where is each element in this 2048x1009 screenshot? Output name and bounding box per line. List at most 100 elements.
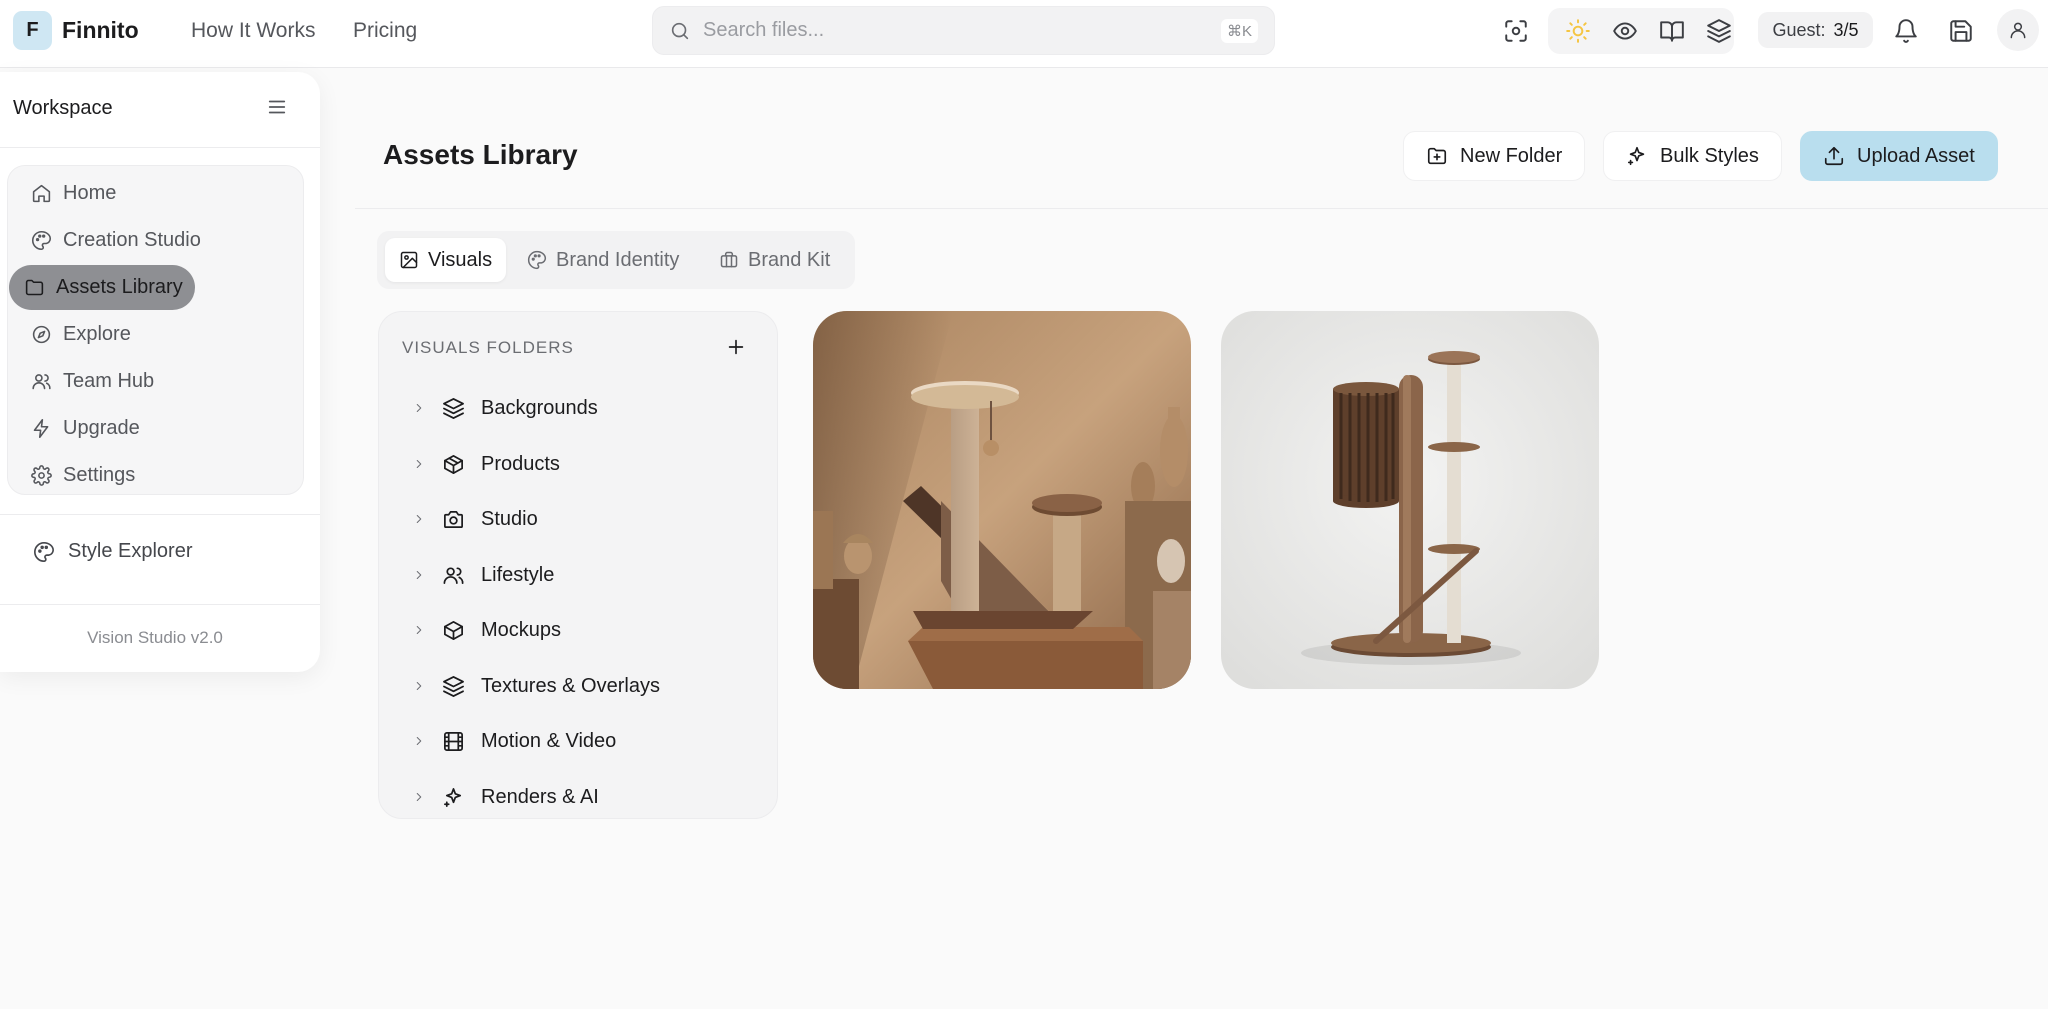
chevron-right-icon[interactable] (412, 623, 426, 637)
folder-item-motion-video[interactable]: Motion & Video (412, 726, 616, 756)
asset-thumbnail-cat-tree-white-studio[interactable] (1221, 311, 1599, 689)
top-bar: F Finnito How It Works Pricing ⌘K Guest:… (0, 0, 2048, 68)
chevron-right-icon[interactable] (412, 734, 426, 748)
upload-asset-button[interactable]: Upload Asset (1800, 131, 1998, 181)
sidebar-item-explore[interactable]: Explore (16, 312, 143, 357)
search-input[interactable] (703, 19, 1221, 42)
bulk-styles-button[interactable]: Bulk Styles (1603, 131, 1782, 181)
folder-item-mockups[interactable]: Mockups (412, 615, 561, 645)
tab-label: Brand Identity (556, 248, 680, 271)
sun-icon[interactable] (1565, 18, 1591, 44)
chevron-right-icon[interactable] (412, 401, 426, 415)
user-icon (2007, 20, 2029, 40)
app-logo[interactable]: F (13, 11, 52, 50)
avatar[interactable] (1997, 9, 2039, 51)
zap-icon (31, 418, 52, 439)
tab-visuals[interactable]: Visuals (385, 238, 507, 282)
nav-pricing[interactable]: Pricing (353, 19, 417, 43)
sidebar-item-label: Settings (63, 464, 136, 486)
tab-label: Visuals (428, 248, 493, 271)
new-folder-button[interactable]: New Folder (1403, 131, 1586, 181)
folder-item-backgrounds[interactable]: Backgrounds (412, 393, 598, 423)
sidebar-item-team-hub[interactable]: Team Hub (16, 359, 166, 404)
folder-item-products[interactable]: Products (412, 449, 560, 479)
chevron-right-icon[interactable] (412, 568, 426, 582)
home-icon (31, 183, 52, 204)
upload-asset-label: Upload Asset (1857, 144, 1975, 167)
image-icon (399, 250, 419, 270)
camera-icon (442, 508, 465, 531)
tab-brand-identity[interactable]: Brand Identity (513, 238, 693, 282)
style-explorer-link[interactable]: Style Explorer (33, 540, 193, 563)
folder-item-lifestyle[interactable]: Lifestyle (412, 560, 554, 590)
guest-count: 3/5 (1833, 19, 1859, 40)
folder-label: Mockups (481, 618, 562, 641)
guest-usage-badge[interactable]: Guest: 3/5 (1758, 12, 1873, 48)
settings-icon (31, 465, 52, 486)
search-bar[interactable]: ⌘K (652, 6, 1275, 55)
chevron-right-icon[interactable] (412, 790, 426, 804)
eye-icon[interactable] (1612, 18, 1638, 44)
layers-icon (442, 675, 465, 698)
chevron-right-icon[interactable] (412, 512, 426, 526)
new-folder-label: New Folder (1460, 144, 1563, 167)
sidebar-title: Workspace (13, 97, 113, 119)
folder-label: Products (481, 452, 560, 475)
sidebar-item-label: Team Hub (63, 370, 155, 392)
chevron-right-icon[interactable] (412, 457, 426, 471)
folder-label: Backgrounds (481, 396, 598, 419)
bell-icon[interactable] (1893, 18, 1919, 44)
folder-label: Studio (481, 507, 538, 530)
folders-title: VISUALS FOLDERS (402, 338, 574, 357)
menu-icon[interactable] (266, 96, 288, 118)
book-open-icon[interactable] (1659, 18, 1685, 44)
sidebar-item-upgrade[interactable]: Upgrade (16, 406, 152, 451)
chevron-right-icon[interactable] (412, 679, 426, 693)
layers-icon[interactable] (1706, 18, 1732, 44)
focus-scan-icon[interactable] (1503, 18, 1529, 44)
sidebar-item-home[interactable]: Home (16, 171, 128, 216)
package-icon (442, 453, 465, 476)
folder-item-studio[interactable]: Studio (412, 504, 538, 534)
palette-icon (527, 250, 547, 270)
asset-tabs: Visuals Brand Identity Brand Kit (377, 231, 855, 289)
palette-icon (31, 230, 52, 251)
folder-label: Lifestyle (481, 563, 555, 586)
header-divider (355, 208, 2048, 209)
folder-label: Renders & AI (481, 785, 599, 808)
version-label: Vision Studio v2.0 (87, 628, 223, 647)
sparkles-icon (1626, 145, 1648, 167)
folder-item-textures-overlays[interactable]: Textures & Overlays (412, 671, 660, 701)
sidebar-item-assets-library[interactable]: Assets Library (9, 265, 195, 310)
sidebar-nav: Home Creation Studio Assets Library Expl… (7, 165, 304, 495)
tab-label: Brand Kit (748, 248, 831, 271)
app-name[interactable]: Finnito (62, 17, 139, 44)
bulk-styles-label: Bulk Styles (1660, 144, 1759, 167)
folder-item-renders-ai[interactable]: Renders & AI (412, 782, 599, 812)
guest-label: Guest: (1772, 19, 1826, 40)
tab-brand-kit[interactable]: Brand Kit (705, 238, 844, 282)
upload-icon (1823, 145, 1845, 167)
sparkles-icon (442, 786, 465, 809)
save-icon[interactable] (1948, 18, 1974, 44)
sidebar-item-label: Assets Library (56, 276, 183, 298)
folders-panel: VISUALS FOLDERS Backgrounds Products Stu… (378, 311, 778, 819)
box-icon (442, 619, 465, 642)
compass-icon (31, 324, 52, 345)
search-shortcut: ⌘K (1220, 18, 1258, 43)
folder-label: Motion & Video (481, 729, 617, 752)
film-icon (442, 730, 465, 753)
nav-how-it-works[interactable]: How It Works (191, 19, 315, 43)
users-icon (31, 371, 52, 392)
folder-plus-icon (1426, 145, 1448, 167)
briefcase-icon (719, 250, 739, 270)
asset-thumbnail-cat-tree-warm-scene[interactable] (813, 311, 1191, 689)
sidebar-divider (0, 514, 320, 515)
sidebar-divider (0, 604, 320, 605)
sidebar-item-creation-studio[interactable]: Creation Studio (16, 218, 213, 263)
sidebar-item-settings[interactable]: Settings (16, 453, 147, 498)
palette-icon (33, 541, 55, 563)
sidebar-item-label: Creation Studio (63, 229, 201, 251)
sidebar-item-label: Home (63, 182, 117, 204)
add-folder-icon[interactable] (725, 336, 747, 358)
